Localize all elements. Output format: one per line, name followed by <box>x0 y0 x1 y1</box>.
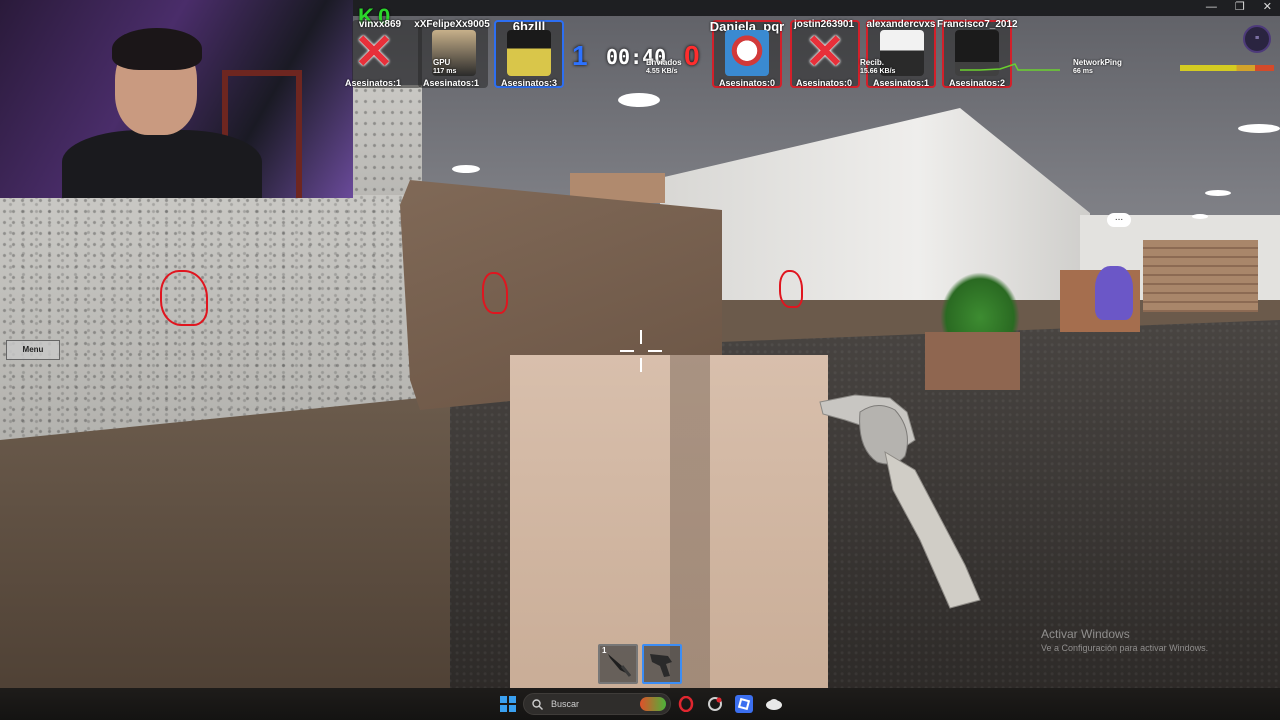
roblox-menu-icon[interactable]: ≡ <box>1243 25 1271 53</box>
ceiling-light <box>1192 214 1208 219</box>
streamer-body <box>62 130 262 198</box>
planter-box <box>925 332 1020 390</box>
ceiling-light <box>1205 190 1231 196</box>
purple-character <box>1095 266 1133 320</box>
sent-stat: Enviados 4.55 KB/s <box>646 58 682 75</box>
minimize-button[interactable]: — <box>1206 0 1217 14</box>
activate-windows-watermark: Activar Windows Ve a Configuración para … <box>1041 627 1208 653</box>
revolver-icon <box>650 654 672 677</box>
player-kills: Asesinatos:3 <box>500 78 558 88</box>
crosshair-icon <box>620 330 662 372</box>
ceiling-light <box>452 165 480 173</box>
revolver-weapon <box>819 394 981 609</box>
red-team-score: 0 <box>684 40 700 71</box>
close-button[interactable]: ✕ <box>1263 0 1272 14</box>
received-stat: Recib. 15.66 KB/s <box>860 58 896 75</box>
roblox-taskbar-icon[interactable] <box>733 692 755 716</box>
chat-bubble: ... <box>1107 213 1131 227</box>
player-kills: Asesinatos:1 <box>422 78 480 88</box>
potted-plant <box>940 272 1020 337</box>
player-kills: Asesinatos:0 <box>718 78 776 88</box>
gpu-stat: GPU 117 ms <box>433 58 457 75</box>
network-ping-bar <box>1180 65 1274 71</box>
player-avatar <box>507 30 551 76</box>
network-graph <box>960 63 1060 71</box>
player-kills: Asesinatos:1 <box>344 78 402 88</box>
wooden-wall <box>0 395 450 695</box>
dead-marker-icon: ✕ <box>804 26 846 79</box>
streamer-hair <box>112 28 202 70</box>
enemy-outline <box>482 272 508 314</box>
enemy-outline <box>779 270 803 308</box>
menu-button[interactable]: Menu <box>6 340 60 360</box>
network-ping-stat: NetworkPing 66 ms <box>1073 58 1122 75</box>
watermark-subtitle: Ve a Configuración para activar Windows. <box>1041 643 1209 653</box>
search-placeholder: Buscar <box>551 699 580 709</box>
ceiling-light <box>618 93 660 107</box>
windows-start-icon[interactable] <box>496 692 520 716</box>
hotbar-slot-knife[interactable]: 1 <box>598 644 638 684</box>
search-icon <box>532 698 543 710</box>
watermark-title: Activar Windows <box>1041 627 1130 641</box>
player-name: xXFelipeXx9005 <box>414 19 490 30</box>
app-icon[interactable] <box>705 692 725 716</box>
knife-icon <box>608 654 632 677</box>
player-name: alexandercvxs <box>866 19 936 30</box>
hotbar-slot-revolver[interactable] <box>642 644 682 684</box>
stairs <box>1143 240 1258 312</box>
player-kills: Asesinatos:0 <box>795 78 853 88</box>
dead-marker-icon: ✕ <box>353 26 395 79</box>
player-kills: Asesinatos:1 <box>872 78 930 88</box>
restore-button[interactable]: ❐ <box>1235 0 1245 14</box>
blue-team-score: 1 <box>572 40 588 71</box>
window-titlebar: — ❐ ✕ <box>353 0 1280 16</box>
webcam-overlay <box>0 0 353 198</box>
taskbar-search[interactable]: Buscar <box>523 693 671 715</box>
search-highlight-icon <box>640 697 666 711</box>
player-name: Francisco7_2012 <box>937 19 1018 30</box>
enemy-outline <box>160 270 208 326</box>
opera-icon[interactable] <box>676 692 696 716</box>
player-kills: Asesinatos:2 <box>948 78 1006 88</box>
ceiling-light <box>1238 124 1280 133</box>
player-avatar <box>725 30 769 76</box>
cloud-app-icon[interactable] <box>763 692 785 716</box>
